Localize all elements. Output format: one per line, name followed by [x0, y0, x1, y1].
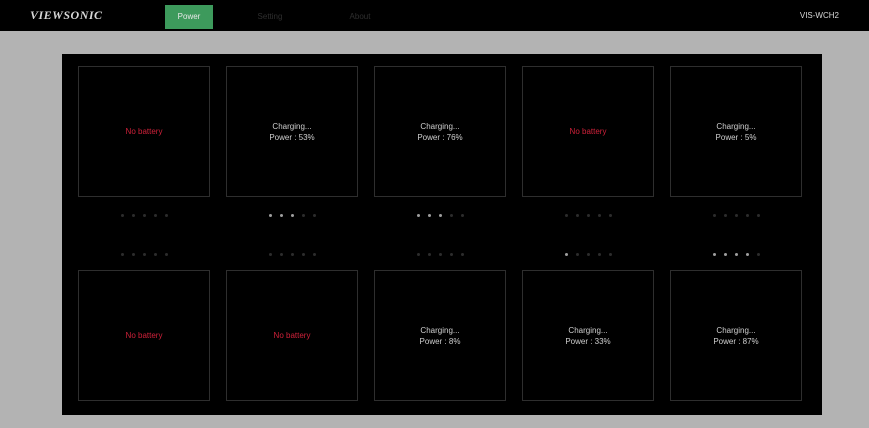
battery-slot-8: Charging... Power : 8%	[374, 270, 506, 401]
level-dot	[290, 213, 294, 217]
level-dot	[164, 213, 168, 217]
level-dot	[290, 252, 294, 256]
battery-slot-5: Charging... Power : 5%	[670, 66, 802, 197]
slot-power: Power : 53%	[269, 132, 315, 142]
battery-slot-3: Charging... Power : 76%	[374, 66, 506, 197]
top-nav-bar: VIEWSONIC Power Setting About VIS-WCH2	[0, 0, 869, 31]
level-indicator	[226, 210, 358, 220]
level-dot	[438, 252, 442, 256]
level-dot	[279, 213, 283, 217]
battery-slot-4: No battery	[522, 66, 654, 197]
level-indicator	[374, 210, 506, 220]
level-indicator	[522, 249, 654, 259]
tab-about[interactable]: About	[340, 5, 380, 29]
level-dot	[142, 213, 146, 217]
slot-status: Charging...	[716, 121, 756, 131]
level-indicator	[522, 210, 654, 220]
level-dot	[153, 213, 157, 217]
level-dot	[575, 252, 579, 256]
level-dot	[608, 213, 612, 217]
level-dot	[460, 213, 464, 217]
slot-power: Power : 8%	[419, 336, 461, 346]
level-dot	[120, 213, 124, 217]
level-dot	[301, 213, 305, 217]
level-dot	[153, 252, 157, 256]
slot-power: Power : 76%	[417, 132, 463, 142]
battery-slot-9: Charging... Power : 33%	[522, 270, 654, 401]
level-dot	[734, 252, 738, 256]
level-dot	[597, 213, 601, 217]
level-dot	[279, 252, 283, 256]
level-dot	[131, 213, 135, 217]
level-dot	[712, 252, 716, 256]
slot-status: Charging...	[568, 325, 608, 335]
slot-power: Power : 33%	[565, 336, 611, 346]
level-dot	[460, 252, 464, 256]
level-dot	[416, 213, 420, 217]
charging-panel: No battery Charging... Power : 53% Charg…	[62, 54, 822, 415]
level-indicator	[78, 249, 210, 259]
battery-slot-7: No battery	[226, 270, 358, 401]
level-dot	[301, 252, 305, 256]
tab-setting[interactable]: Setting	[248, 5, 292, 29]
level-dot	[268, 252, 272, 256]
tab-power[interactable]: Power	[165, 5, 213, 29]
level-dot	[268, 213, 272, 217]
slot-status: Charging...	[716, 325, 756, 335]
battery-slot-6: No battery	[78, 270, 210, 401]
level-dot	[745, 213, 749, 217]
level-dot	[723, 213, 727, 217]
slot-status: No battery	[125, 331, 163, 340]
level-dot	[120, 252, 124, 256]
slot-status: No battery	[569, 127, 607, 136]
level-dot	[131, 252, 135, 256]
level-indicator	[226, 249, 358, 259]
level-dot	[164, 252, 168, 256]
level-dot	[734, 213, 738, 217]
level-indicator	[78, 210, 210, 220]
level-dot	[312, 213, 316, 217]
slot-power: Power : 5%	[715, 132, 757, 142]
level-dot	[449, 252, 453, 256]
level-dot	[597, 252, 601, 256]
level-dot	[756, 252, 760, 256]
slot-status: No battery	[273, 331, 311, 340]
level-indicator	[670, 210, 802, 220]
level-dot	[586, 252, 590, 256]
level-dot	[438, 213, 442, 217]
level-dot	[416, 252, 420, 256]
level-dot	[564, 213, 568, 217]
level-dot	[449, 213, 453, 217]
level-dot	[745, 252, 749, 256]
battery-slot-10: Charging... Power : 87%	[670, 270, 802, 401]
slot-status: Charging...	[420, 121, 460, 131]
slot-status: No battery	[125, 127, 163, 136]
level-dot	[608, 252, 612, 256]
model-name: VIS-WCH2	[799, 11, 839, 20]
level-dot	[723, 252, 727, 256]
level-indicator	[670, 249, 802, 259]
battery-slot-1: No battery	[78, 66, 210, 197]
level-dot	[586, 213, 590, 217]
slot-status: Charging...	[420, 325, 460, 335]
slot-power: Power : 87%	[713, 336, 759, 346]
slot-status: Charging...	[272, 121, 312, 131]
level-dot	[712, 213, 716, 217]
battery-slot-2: Charging... Power : 53%	[226, 66, 358, 197]
level-dot	[427, 252, 431, 256]
level-dot	[756, 213, 760, 217]
level-dot	[312, 252, 316, 256]
level-dot	[427, 213, 431, 217]
level-dot	[564, 252, 568, 256]
level-indicator	[374, 249, 506, 259]
level-dot	[575, 213, 579, 217]
brand-logo: VIEWSONIC	[30, 8, 103, 22]
level-dot	[142, 252, 146, 256]
